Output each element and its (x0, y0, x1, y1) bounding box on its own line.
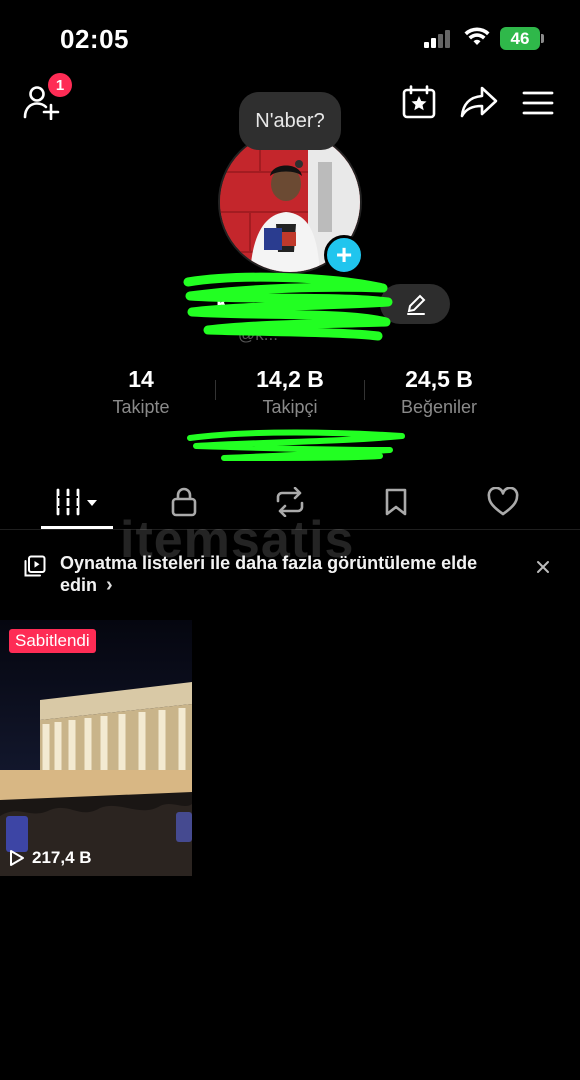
tab-private[interactable] (158, 476, 210, 528)
notification-badge: 1 (48, 73, 72, 97)
stat-likes[interactable]: 24,5 B Beğeniler (386, 366, 492, 418)
tab-reposts[interactable] (264, 476, 316, 528)
lock-icon (171, 487, 197, 517)
status-time: 02:05 (60, 24, 129, 54)
add-story-button[interactable]: + (324, 235, 364, 275)
note-bubble-tail (295, 160, 303, 168)
stat-following[interactable]: 14 Takipte (100, 366, 182, 418)
tab-saved[interactable] (370, 476, 422, 528)
redaction-scribble-bio (187, 429, 405, 461)
close-icon[interactable] (534, 558, 552, 576)
videos-grid-icon (56, 488, 97, 516)
video-thumbnail[interactable]: Sabitlendi 217,4 B (0, 620, 192, 876)
pinned-badge: Sabitlendi (9, 629, 96, 653)
tab-liked[interactable] (476, 476, 530, 528)
cellular-signal-icon (424, 30, 454, 48)
pencil-icon (407, 294, 426, 315)
profile-tabs (0, 476, 580, 530)
status-bar: 02:05 46 (0, 0, 580, 70)
repost-icon (276, 487, 304, 517)
stat-following-value: 14 (128, 366, 154, 392)
playlist-icon (24, 555, 46, 577)
stat-divider (364, 380, 365, 400)
active-tab-indicator (41, 526, 113, 529)
play-icon (10, 850, 24, 866)
view-count-value: 217,4 B (32, 848, 92, 867)
stat-likes-value: 24,5 B (405, 366, 473, 392)
heart-icon (487, 487, 519, 516)
username: @k... (238, 325, 278, 344)
view-count: 217,4 B (8, 848, 92, 868)
battery-indicator: 46 (500, 27, 540, 50)
edit-profile-button[interactable] (380, 284, 450, 324)
stat-divider (215, 380, 216, 400)
calendar-star-icon[interactable] (402, 85, 436, 119)
video-thumbnail-image (0, 620, 192, 876)
stat-likes-label: Beğeniler (400, 397, 478, 417)
playlist-banner[interactable]: Oynatma listeleri ile daha fazla görüntü… (24, 552, 560, 602)
bookmark-icon (385, 488, 407, 516)
battery-tip (541, 34, 544, 43)
stat-followers-label: Takipçi (262, 397, 318, 417)
note-bubble[interactable]: N'aber? (239, 92, 341, 150)
share-icon[interactable] (460, 86, 498, 118)
wifi-icon (464, 27, 490, 45)
tab-videos[interactable] (41, 476, 113, 528)
stat-followers-value: 14,2 B (256, 366, 324, 392)
display-name: k... (216, 290, 247, 315)
banner-text: Oynatma listeleri ile daha fazla görüntü… (60, 553, 478, 596)
menu-icon[interactable] (522, 90, 554, 116)
stat-followers[interactable]: 14,2 B Takipçi (235, 366, 345, 418)
chevron-right-icon: › (106, 574, 113, 596)
stat-following-label: Takipte (112, 397, 170, 417)
redaction-scribble-name (183, 272, 393, 341)
